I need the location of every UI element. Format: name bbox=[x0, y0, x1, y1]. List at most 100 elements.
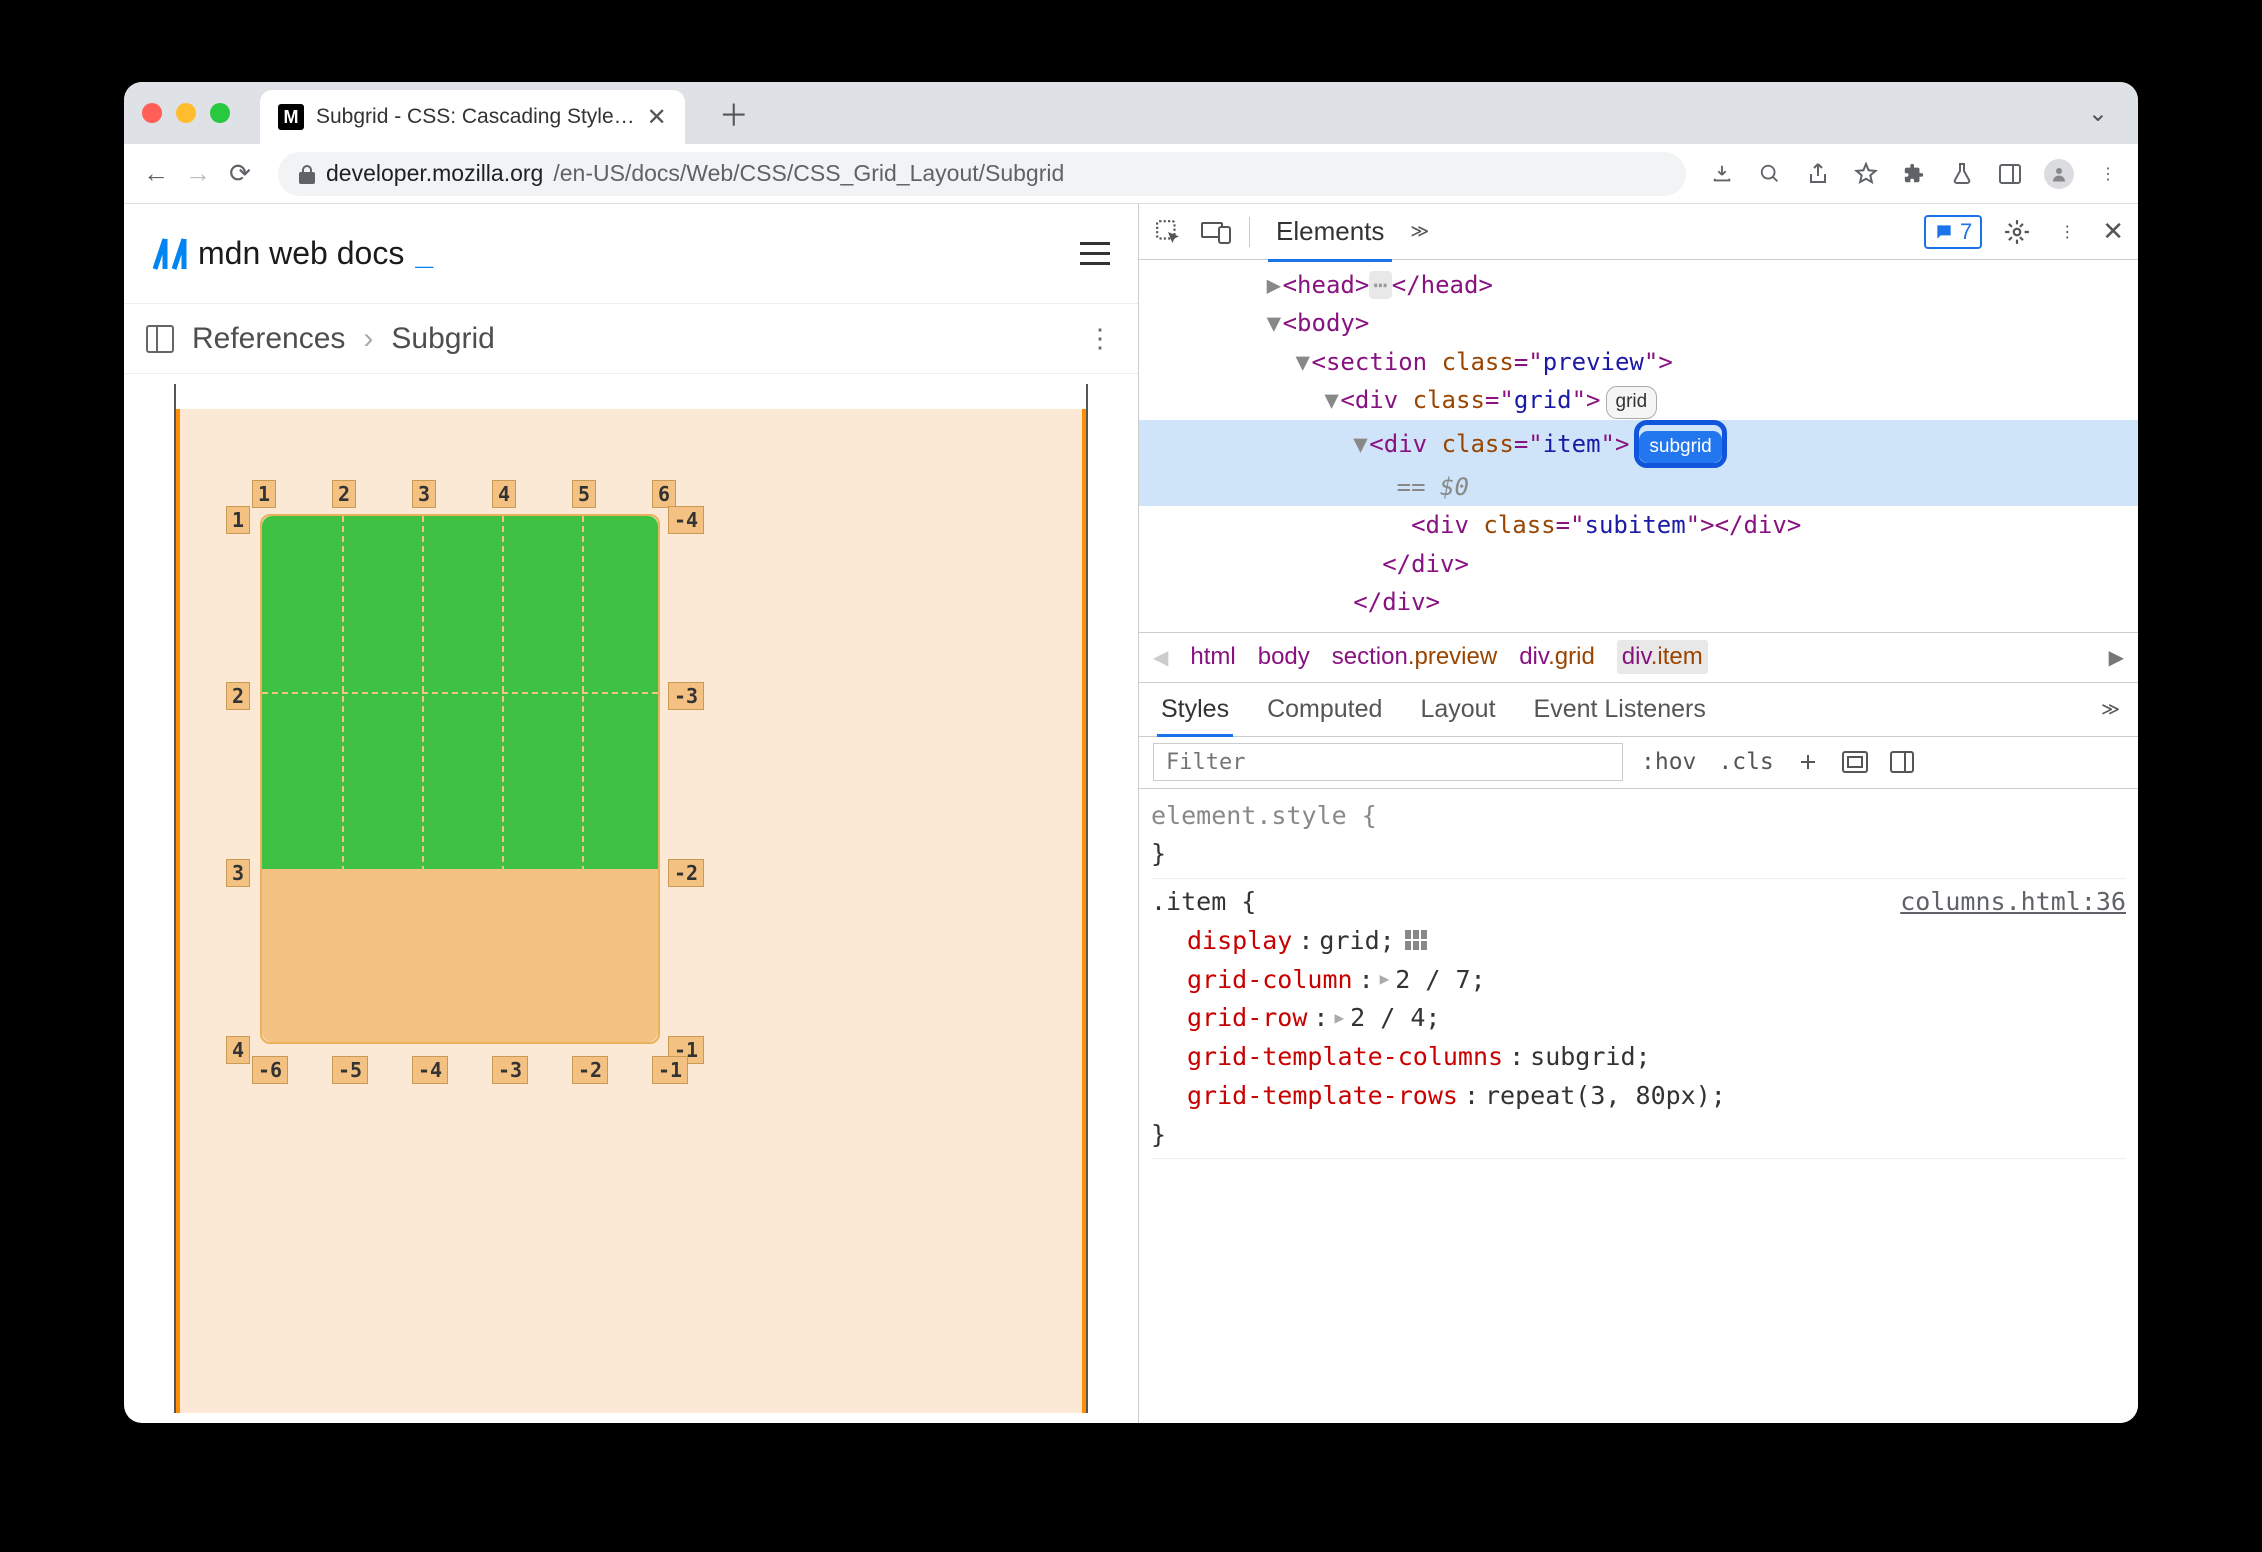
sidebar-toggle-icon[interactable] bbox=[146, 325, 174, 353]
breadcrumb-div-grid[interactable]: div.grid bbox=[1519, 643, 1595, 671]
back-button[interactable]: ← bbox=[140, 158, 172, 190]
mdn-logo[interactable]: mdn web docs _ bbox=[152, 234, 433, 274]
device-toggle-icon[interactable] bbox=[1201, 217, 1231, 247]
star-icon[interactable] bbox=[1852, 160, 1880, 188]
style-declaration[interactable]: grid-column: ▶ 2 / 7; bbox=[1151, 961, 2126, 1000]
dom-row-head[interactable]: ▶<head>⋯</head> bbox=[1139, 266, 2138, 304]
styles-tabs: Styles Computed Layout Event Listeners ≫ bbox=[1139, 683, 2138, 737]
forward-button[interactable]: → bbox=[182, 158, 214, 190]
devtools-menu-icon[interactable]: ⋮ bbox=[2052, 217, 2082, 247]
style-declaration[interactable]: grid-template-rows: repeat(3, 80px); bbox=[1151, 1077, 2126, 1116]
browser-tab[interactable]: M Subgrid - CSS: Cascading Style… ✕ bbox=[260, 90, 685, 144]
breadcrumb-body[interactable]: body bbox=[1258, 643, 1310, 671]
grid-label-top-6: 6 bbox=[652, 480, 676, 508]
element-style-block[interactable]: element.style { } bbox=[1151, 797, 2126, 880]
breadcrumb-subgrid[interactable]: Subgrid bbox=[391, 322, 494, 356]
reload-button[interactable]: ⟳ bbox=[224, 158, 256, 190]
styles-tab-layout[interactable]: Layout bbox=[1416, 683, 1499, 736]
mdn-brand-text: mdn web docs bbox=[198, 235, 404, 272]
dom-row-body[interactable]: ▼<body> bbox=[1139, 304, 2138, 342]
grid-label-left-2: 2 bbox=[226, 682, 250, 710]
breadcrumb-scroll-right[interactable]: ▶ bbox=[2109, 645, 2124, 670]
styles-tab-computed[interactable]: Computed bbox=[1263, 683, 1386, 736]
browser-window: M Subgrid - CSS: Cascading Style… ✕ ＋ ⌄ … bbox=[124, 82, 2138, 1423]
grid-label-top-2: 2 bbox=[332, 480, 356, 508]
breadcrumb-html[interactable]: html bbox=[1190, 643, 1235, 671]
cls-toggle[interactable]: .cls bbox=[1714, 749, 1777, 775]
tab-favicon: M bbox=[278, 104, 304, 130]
dom-row-grid[interactable]: ▼<div class="grid">grid bbox=[1139, 381, 2138, 419]
new-style-rule-icon[interactable] bbox=[1792, 750, 1824, 774]
dom-row-console-marker: == $0 bbox=[1139, 468, 2138, 506]
devtools-tab-elements[interactable]: Elements bbox=[1268, 204, 1392, 259]
lock-icon bbox=[298, 164, 316, 184]
minimize-window-button[interactable] bbox=[176, 103, 196, 123]
share-icon[interactable] bbox=[1804, 160, 1832, 188]
style-declaration[interactable]: grid-template-columns: subgrid; bbox=[1151, 1038, 2126, 1077]
grid-editor-icon[interactable] bbox=[1405, 930, 1427, 952]
close-window-button[interactable] bbox=[142, 103, 162, 123]
grid-label-top-3: 3 bbox=[412, 480, 436, 508]
breadcrumb-section[interactable]: section.preview bbox=[1332, 643, 1497, 671]
sidepanel-icon[interactable] bbox=[1996, 160, 2024, 188]
dom-row-item-selected[interactable]: ▼<div class="item">subgrid bbox=[1139, 420, 2138, 468]
lab-icon[interactable] bbox=[1948, 160, 1976, 188]
breadcrumb-references[interactable]: References bbox=[192, 322, 345, 356]
devtools-tabs-overflow-icon[interactable]: ≫ bbox=[1410, 221, 1429, 242]
extension-icon[interactable] bbox=[1900, 160, 1928, 188]
computed-styles-icon[interactable] bbox=[1838, 751, 1872, 773]
dom-row-section[interactable]: ▼<section class="preview"> bbox=[1139, 343, 2138, 381]
grid-label-bot-2: -5 bbox=[332, 1056, 368, 1084]
styles-filter-row: :hov .cls bbox=[1139, 737, 2138, 789]
traffic-lights bbox=[142, 103, 230, 123]
styles-tab-styles[interactable]: Styles bbox=[1157, 683, 1233, 736]
style-declaration[interactable]: grid-row: ▶ 2 / 4; bbox=[1151, 999, 2126, 1038]
devtools-settings-icon[interactable] bbox=[2002, 217, 2032, 247]
dom-breadcrumbs: ◀ html body section.preview div.grid div… bbox=[1139, 633, 2138, 683]
kebab-menu-icon[interactable]: ⋮ bbox=[2094, 160, 2122, 188]
grid-label-top-5: 5 bbox=[572, 480, 596, 508]
item-style-block[interactable]: .item { columns.html:36 display: grid;gr… bbox=[1151, 883, 2126, 1159]
style-source-link[interactable]: columns.html:36 bbox=[1900, 883, 2126, 922]
grid-label-right-3: -2 bbox=[668, 859, 704, 887]
breadcrumb-menu-icon[interactable]: ⋮ bbox=[1087, 323, 1116, 354]
install-icon[interactable] bbox=[1708, 160, 1736, 188]
devtools-panel: Elements ≫ 7 ⋮ ✕ ▶<head>⋯</head> ▼<body> bbox=[1139, 204, 2138, 1423]
dom-row-close-grid[interactable]: </div> bbox=[1139, 583, 2138, 621]
grid-label-right-1: -4 bbox=[668, 506, 704, 534]
styles-tab-eventlisteners[interactable]: Event Listeners bbox=[1530, 683, 1710, 736]
url-path: /en-US/docs/Web/CSS/CSS_Grid_Layout/Subg… bbox=[553, 160, 1064, 187]
hov-toggle[interactable]: :hov bbox=[1637, 749, 1700, 775]
breadcrumb-bar: References › Subgrid ⋮ bbox=[124, 304, 1138, 374]
grid-label-bot-1: -6 bbox=[252, 1056, 288, 1084]
subgrid-badge-highlight[interactable]: subgrid bbox=[1634, 420, 1726, 468]
styles-tabs-overflow-icon[interactable]: ≫ bbox=[2101, 699, 2120, 720]
profile-icon[interactable] bbox=[2044, 159, 2074, 189]
tab-close-button[interactable]: ✕ bbox=[647, 103, 667, 132]
dom-row-subitem[interactable]: <div class="subitem"></div> bbox=[1139, 506, 2138, 544]
hamburger-menu-button[interactable] bbox=[1080, 242, 1110, 265]
tabs-overflow-button[interactable]: ⌄ bbox=[2088, 99, 2108, 128]
mdn-cursor: _ bbox=[415, 235, 433, 272]
tab-title: Subgrid - CSS: Cascading Style… bbox=[316, 105, 635, 129]
grid-badge[interactable]: grid bbox=[1606, 386, 1658, 418]
styles-body[interactable]: element.style { } .item { columns.html:3… bbox=[1139, 789, 2138, 1423]
chevron-right-icon: › bbox=[363, 322, 373, 356]
grid-label-left-4: 4 bbox=[226, 1036, 250, 1064]
example-container: 1 2 3 4 5 6 1 2 3 4 -4 -3 -2 bbox=[174, 384, 1088, 1413]
issues-badge[interactable]: 7 bbox=[1924, 215, 1982, 249]
url-domain: developer.mozilla.org bbox=[326, 160, 543, 187]
styles-filter-input[interactable] bbox=[1153, 743, 1623, 781]
inspect-element-icon[interactable] bbox=[1153, 217, 1183, 247]
breadcrumb-div-item[interactable]: div.item bbox=[1617, 640, 1708, 674]
address-bar[interactable]: developer.mozilla.org/en-US/docs/Web/CSS… bbox=[278, 152, 1686, 196]
dom-tree[interactable]: ▶<head>⋯</head> ▼<body> ▼<section class=… bbox=[1139, 260, 2138, 633]
toggle-sidebar-icon[interactable] bbox=[1886, 751, 1918, 773]
dom-row-close-item[interactable]: </div> bbox=[1139, 545, 2138, 583]
style-declaration[interactable]: display: grid; bbox=[1151, 922, 2126, 961]
devtools-close-button[interactable]: ✕ bbox=[2102, 216, 2124, 247]
maximize-window-button[interactable] bbox=[210, 103, 230, 123]
zoom-icon[interactable] bbox=[1756, 160, 1784, 188]
new-tab-button[interactable]: ＋ bbox=[719, 91, 749, 135]
breadcrumb-scroll-left[interactable]: ◀ bbox=[1153, 645, 1168, 670]
